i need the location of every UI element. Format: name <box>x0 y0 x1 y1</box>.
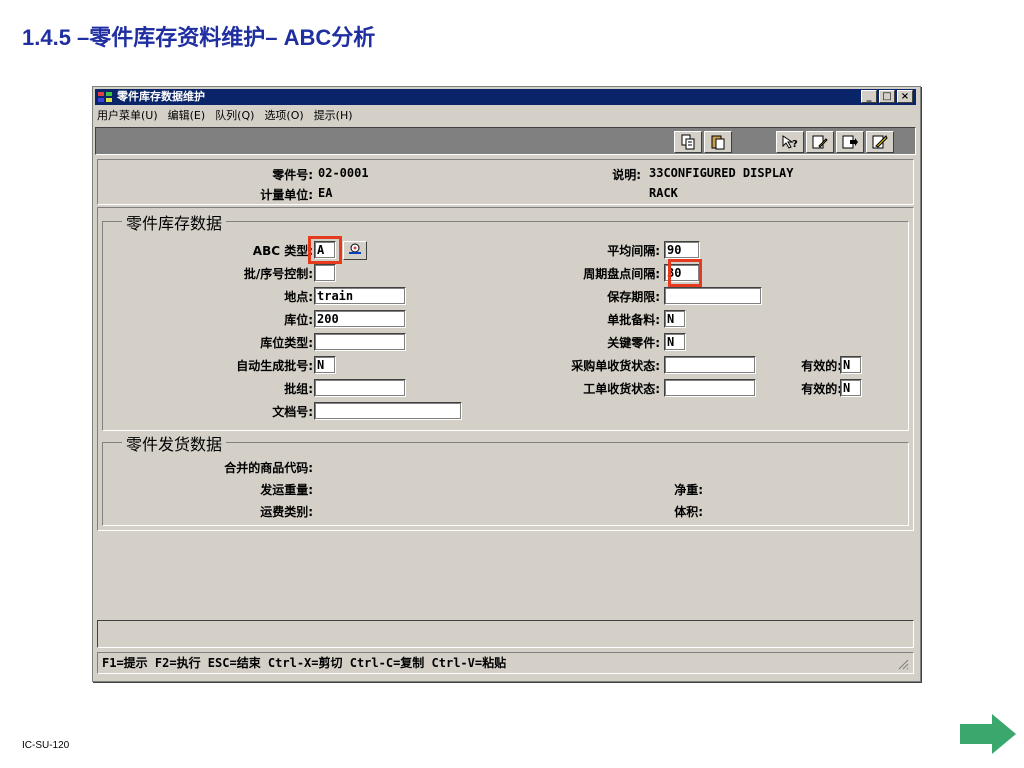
description-line2: RACK <box>649 186 678 200</box>
description-line1: 33CONFIGURED DISPLAY <box>649 166 794 180</box>
toolbar: ? <box>95 127 916 155</box>
minimize-button[interactable]: _ <box>861 90 877 103</box>
resize-grip-icon[interactable] <box>897 658 909 670</box>
edit-icon <box>812 135 828 149</box>
help-query-icon: ? <box>782 135 798 150</box>
cycle-count-label: 周期盘点间隔: <box>583 267 660 281</box>
message-bar <box>97 620 914 648</box>
svg-text:?: ? <box>792 139 798 150</box>
net-weight-label: 净重: <box>674 483 703 497</box>
doc-no-field[interactable] <box>314 402 462 420</box>
lot-group-field[interactable] <box>314 379 406 397</box>
menu-queue[interactable]: 队列(Q) <box>215 107 254 123</box>
edit-button[interactable] <box>806 131 834 153</box>
window-title: 零件库存数据维护 <box>117 90 205 103</box>
site-field[interactable]: train <box>314 287 406 305</box>
cycle-count-field[interactable]: 30 <box>664 264 700 282</box>
freight-class-label: 运费类别: <box>260 505 313 519</box>
po-active-label: 有效的: <box>801 359 842 373</box>
copy-button[interactable] <box>674 131 702 153</box>
close-button[interactable]: × <box>897 90 913 103</box>
key-item-label: 关键零件: <box>607 336 660 350</box>
app-icon <box>98 92 112 102</box>
query-help-button[interactable]: ? <box>776 131 804 153</box>
menu-options[interactable]: 选项(O) <box>264 107 303 123</box>
maximize-button[interactable]: □ <box>879 90 895 103</box>
po-active-field[interactable]: N <box>840 356 862 374</box>
ship-weight-label: 发运重量: <box>260 483 313 497</box>
menu-bar: 用户菜单(U) 编辑(E) 队列(Q) 选项(O) 提示(H) <box>97 107 353 123</box>
menu-user[interactable]: 用户菜单(U) <box>97 107 158 123</box>
po-receipt-status-field[interactable] <box>664 356 756 374</box>
shelf-life-label: 保存期限: <box>607 290 660 304</box>
slide-footer-code: IC-SU-120 <box>22 740 70 751</box>
wo-receipt-status-field[interactable] <box>664 379 756 397</box>
copy-icon <box>681 134 695 150</box>
wo-active-label: 有效的: <box>801 382 842 396</box>
exit-icon <box>872 135 888 149</box>
commodity-code-label: 合并的商品代码: <box>224 461 313 475</box>
doc-no-label: 文档号: <box>272 405 313 419</box>
slide-title: 1.4.5 –零件库存资料维护– ABC分析 <box>22 25 376 50</box>
volume-label: 体积: <box>674 505 703 519</box>
location-label: 库位: <box>284 313 313 327</box>
menu-help[interactable]: 提示(H) <box>314 107 353 123</box>
header-panel: 零件号: 02-0001 计量单位: EA 说明: 33CONFIGURED D… <box>97 159 914 205</box>
exit-button[interactable] <box>866 131 894 153</box>
part-no-label: 零件号: <box>272 168 313 182</box>
wo-receipt-status-label: 工单收货状态: <box>583 382 660 396</box>
lot-group-label: 批组: <box>284 382 313 396</box>
window-titlebar[interactable]: 零件库存数据维护 _ □ × <box>95 89 916 105</box>
main-panel: 零件库存数据 ABC 类型: A 批/序号控制: 地点: train 库位: 2… <box>97 207 914 531</box>
site-label: 地点: <box>284 290 313 304</box>
paste-button[interactable] <box>704 131 732 153</box>
go-icon <box>842 135 858 149</box>
lot-serial-label: 批/序号控制: <box>243 267 313 281</box>
uom-value: EA <box>318 186 333 200</box>
abc-class-label: ABC 类型: <box>252 244 313 258</box>
description-label: 说明: <box>612 168 641 182</box>
key-item-field[interactable]: N <box>664 333 686 351</box>
go-button[interactable] <box>836 131 864 153</box>
uom-label: 计量单位: <box>260 188 313 202</box>
paste-icon <box>711 135 725 150</box>
auto-lot-label: 自动生成批号: <box>236 359 313 373</box>
single-lot-field[interactable]: N <box>664 310 686 328</box>
po-receipt-status-label: 采购单收货状态: <box>571 359 660 373</box>
lookup-icon <box>349 243 361 254</box>
location-field[interactable]: 200 <box>314 310 406 328</box>
next-arrow-icon[interactable] <box>958 712 1018 756</box>
location-type-label: 库位类型: <box>260 336 313 350</box>
inventory-group-title: 零件库存数据 <box>122 210 227 234</box>
shipping-group-title: 零件发货数据 <box>122 431 227 455</box>
status-text: F1=提示 F2=执行 ESC=结束 Ctrl-X=剪切 Ctrl-C=复制 C… <box>102 656 507 670</box>
lot-serial-field[interactable] <box>314 264 336 282</box>
abc-class-field[interactable]: A <box>314 241 336 259</box>
wo-active-field[interactable]: N <box>840 379 862 397</box>
lookup-button[interactable] <box>343 241 367 260</box>
avg-interval-label: 平均间隔: <box>607 244 660 258</box>
avg-interval-field[interactable]: 90 <box>664 241 700 259</box>
part-no-value: 02-0001 <box>318 166 369 180</box>
shelf-life-field[interactable] <box>664 287 762 305</box>
menu-edit[interactable]: 编辑(E) <box>168 107 206 123</box>
app-window: 零件库存数据维护 _ □ × 用户菜单(U) 编辑(E) 队列(Q) 选项(O)… <box>92 86 921 682</box>
single-lot-label: 单批备料: <box>607 313 660 327</box>
location-type-field[interactable] <box>314 333 406 351</box>
inventory-groupbox <box>102 221 909 431</box>
status-bar: F1=提示 F2=执行 ESC=结束 Ctrl-X=剪切 Ctrl-C=复制 C… <box>97 652 914 674</box>
auto-lot-field[interactable]: N <box>314 356 336 374</box>
